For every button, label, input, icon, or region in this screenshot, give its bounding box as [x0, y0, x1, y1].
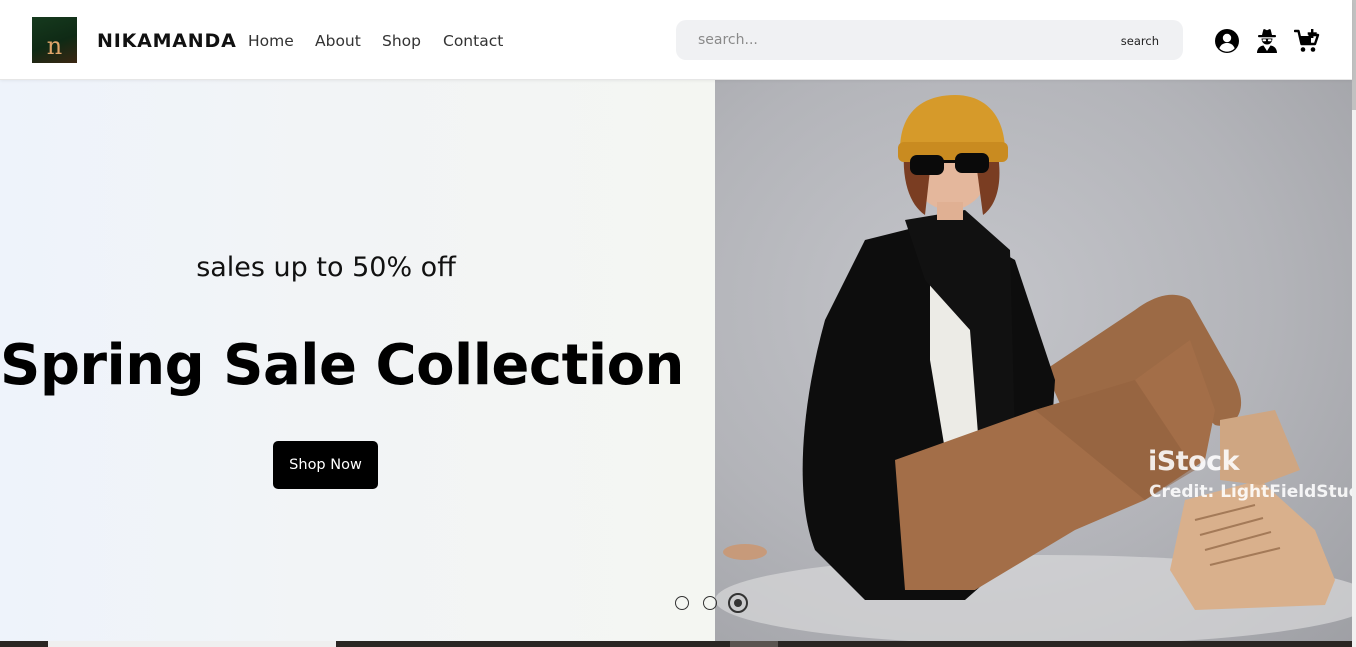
search-button[interactable]: search — [1121, 32, 1159, 50]
hero-title: Spring Sale Collection — [0, 333, 684, 398]
hero-carousel: sales up to 50% off Spring Sale Collecti… — [0, 80, 1352, 641]
nav-link-home[interactable]: Home — [248, 30, 294, 52]
hero-text-panel: sales up to 50% off Spring Sale Collecti… — [0, 80, 715, 641]
next-section-card — [48, 641, 336, 647]
brand-name[interactable]: NIKAMANDA — [97, 29, 237, 53]
scrollbar-thumb[interactable] — [1352, 0, 1356, 110]
logo-letter: n — [46, 32, 63, 60]
model-illustration — [715, 95, 1352, 641]
hero-model-image: iStock Credit: LightFieldStuc — [715, 80, 1352, 641]
carousel-dot-1[interactable] — [675, 596, 689, 610]
nav-link-shop[interactable]: Shop — [382, 30, 421, 52]
next-section-divider — [730, 641, 778, 647]
user-circle-icon[interactable] — [1214, 28, 1240, 54]
search-input[interactable] — [698, 29, 1098, 51]
nav-link-about[interactable]: About — [315, 30, 361, 52]
site-header: n NIKAMANDA Home About Shop Contact sear… — [0, 0, 1352, 80]
nav-link-contact[interactable]: Contact — [443, 30, 503, 52]
carousel-dot-2[interactable] — [703, 596, 717, 610]
cart-plus-icon[interactable] — [1294, 28, 1320, 54]
page: n NIKAMANDA Home About Shop Contact sear… — [0, 0, 1356, 647]
watermark-brand: iStock — [1148, 446, 1240, 477]
next-section-peek — [0, 641, 1352, 647]
logo[interactable]: n — [32, 17, 77, 63]
page-scrollbar[interactable] — [1352, 0, 1356, 647]
search-bar: search — [676, 20, 1183, 60]
user-secret-icon[interactable] — [1255, 28, 1281, 54]
shop-now-button[interactable]: Shop Now — [273, 441, 378, 489]
hero-subtitle: sales up to 50% off — [196, 252, 456, 283]
carousel-dot-3-active[interactable] — [728, 593, 748, 613]
watermark-credit: Credit: LightFieldStuc — [1149, 482, 1352, 502]
